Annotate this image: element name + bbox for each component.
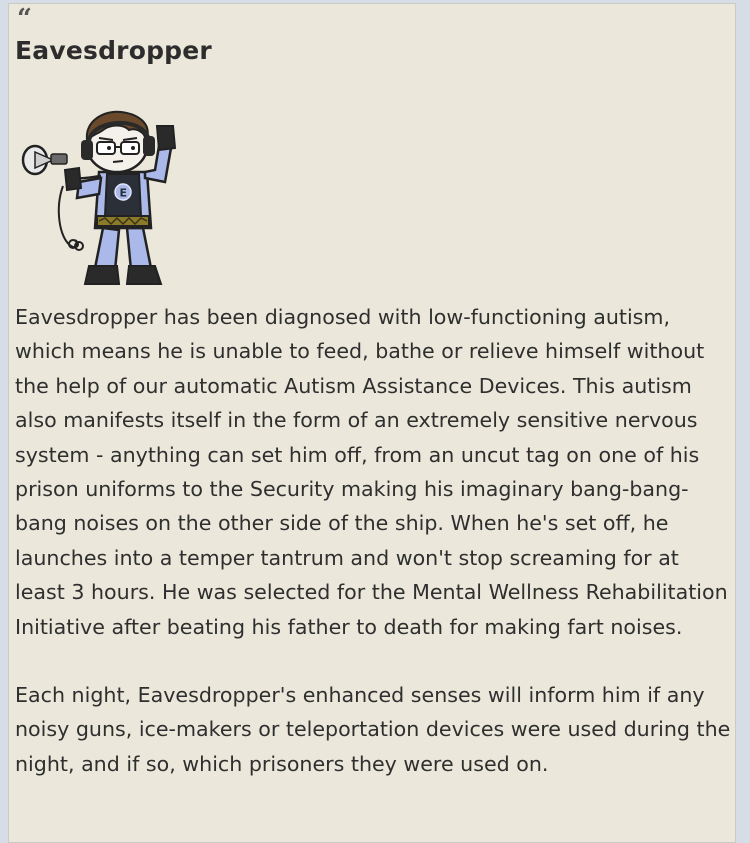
eavesdropper-character-icon: E	[15, 108, 185, 288]
quote-block: “ Eavesdropper E Eavesdropper has been d…	[8, 3, 736, 843]
role-title: Eavesdropper	[15, 36, 212, 65]
svg-text:E: E	[120, 187, 128, 200]
page-edge	[736, 0, 750, 820]
ability-paragraph: Each night, Eavesdropper's enhanced sens…	[15, 683, 731, 776]
role-description: Eavesdropper has been diagnosed with low…	[15, 300, 733, 781]
quote-mark-icon: “	[17, 4, 32, 34]
description-paragraph: Eavesdropper has been diagnosed with low…	[15, 305, 728, 639]
